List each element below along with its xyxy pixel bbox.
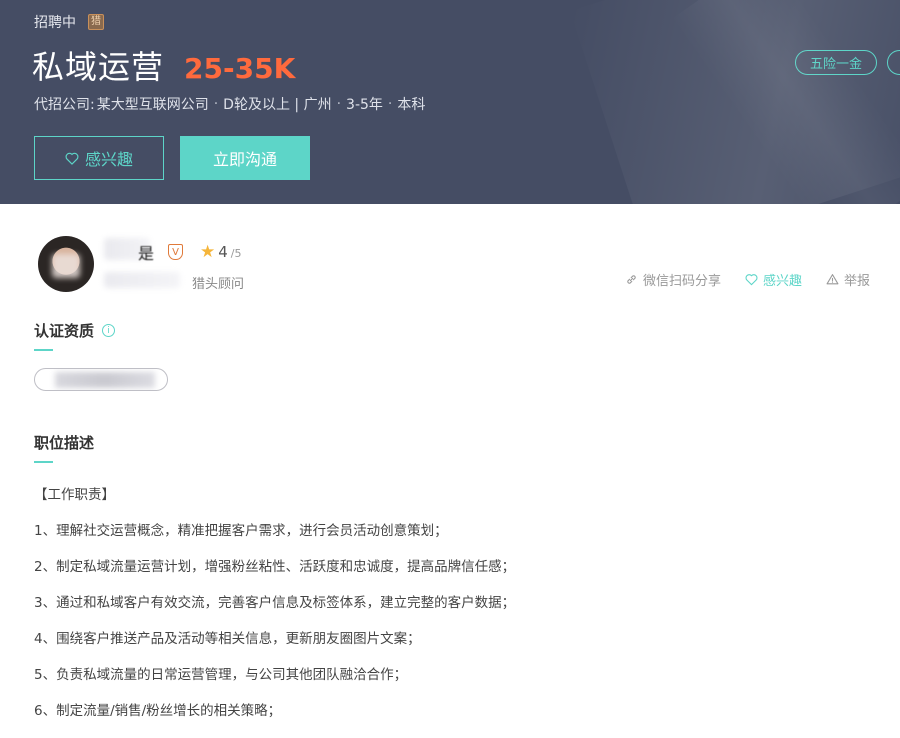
- job-title: 私域运营: [32, 48, 165, 86]
- job-actions: 微信扫码分享 感兴趣 举报: [625, 270, 870, 289]
- meta-separator: ·: [213, 96, 219, 112]
- recruiter-avatar[interactable]: [38, 236, 94, 292]
- job-header-banner: 招聘中 猎 私域运营 25-35K 代招公司: 某大型互联网公司 · D轮及以上…: [0, 0, 900, 204]
- wechat-share-label: 微信扫码分享: [642, 274, 721, 289]
- recruiter-name: 是: [138, 244, 155, 263]
- description-line: 4、围绕客户推送产品及活动等相关信息，更新朋友圈图片文案；: [34, 631, 421, 647]
- recruiter-role: 猎头顾问: [192, 277, 245, 292]
- meta-separator: ·: [387, 96, 393, 112]
- title-row: 私域运营 25-35K: [32, 42, 295, 88]
- description-line: 5、负责私域流量的日常运营管理，与公司其他团队融洽合作；: [34, 667, 408, 683]
- interest-link-label: 感兴趣: [762, 274, 802, 289]
- chat-now-button[interactable]: 立即沟通: [180, 136, 310, 180]
- section-underline: [34, 349, 53, 351]
- rating-total: /5: [230, 247, 242, 260]
- status-row: 招聘中 猎: [34, 12, 104, 32]
- star-icon: ★: [200, 242, 216, 262]
- warning-icon: [826, 274, 839, 285]
- job-description: 【工作职责】 1、理解社交运营概念，精准把握客户需求，进行会员活动创意策划； 2…: [34, 488, 515, 738]
- meta-separator: ·: [336, 96, 342, 112]
- heart-icon: [65, 152, 79, 165]
- job-meta: 代招公司: 某大型互联网公司 · D轮及以上 | 广州 · 3-5年 · 本科: [34, 94, 425, 114]
- certification-section-title: 认证资质 i: [34, 320, 116, 341]
- recruiter-company-redacted: [104, 272, 180, 288]
- meta-funding-city: D轮及以上 | 广州: [223, 97, 332, 113]
- meta-education: 本科: [397, 97, 426, 113]
- link-icon: [627, 275, 636, 284]
- benefit-tag: 五险一金: [794, 50, 877, 75]
- recruiting-status: 招聘中: [34, 15, 76, 31]
- interest-link[interactable]: 感兴趣: [745, 270, 802, 289]
- company-prefix: 代招公司:: [34, 97, 95, 113]
- wechat-share-link[interactable]: 微信扫码分享: [625, 270, 721, 289]
- description-line: 【工作职责】: [34, 487, 115, 503]
- meta-experience: 3-5年: [346, 97, 383, 113]
- description-line: 3、通过和私域客户有效交流，完善客户信息及标签体系，建立完整的客户数据；: [34, 595, 516, 611]
- description-title-text: 职位描述: [34, 434, 95, 452]
- description-section-title: 职位描述: [34, 432, 94, 453]
- report-link-label: 举报: [843, 274, 870, 289]
- description-line: 2、制定私域流量运营计划，增强粉丝粘性、活跃度和忠诚度，提高品牌信任感；: [34, 559, 516, 575]
- interest-button[interactable]: 感兴趣: [34, 136, 164, 180]
- salary: 25-35K: [184, 52, 296, 85]
- headhunter-badge-icon: 猎: [88, 14, 104, 30]
- interest-button-label: 感兴趣: [84, 150, 133, 169]
- report-link[interactable]: 举报: [826, 270, 870, 289]
- benefit-tags: 五险一金 补: [794, 50, 900, 75]
- heart-icon: [745, 274, 758, 286]
- section-underline: [34, 461, 53, 463]
- benefit-tag: 补: [886, 50, 900, 75]
- certification-badge-redacted[interactable]: [34, 368, 168, 391]
- description-line: 6、制定流量/销售/粉丝增长的相关策略；: [34, 703, 282, 719]
- certification-title-text: 认证资质: [34, 322, 95, 340]
- company-name: 某大型互联网公司: [96, 97, 209, 113]
- recruiter-rating: ★ 4 /5: [200, 243, 242, 261]
- verified-shield-icon: V: [168, 244, 183, 260]
- info-icon[interactable]: i: [102, 324, 116, 337]
- description-line: 1、理解社交运营概念，精准把握客户需求，进行会员活动创意策划；: [34, 523, 448, 539]
- rating-value: 4: [218, 243, 228, 261]
